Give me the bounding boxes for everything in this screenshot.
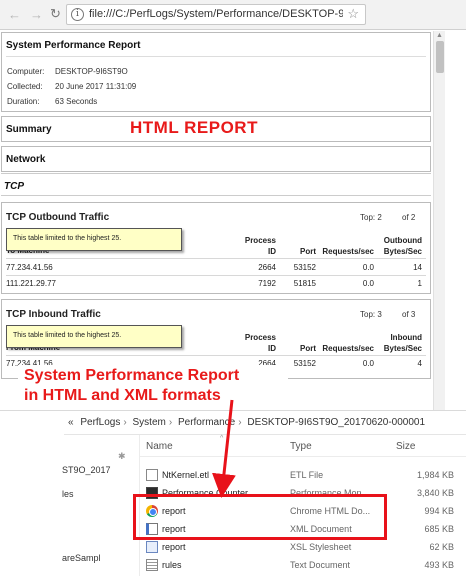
col-name[interactable]: Name: [146, 441, 173, 452]
meta-collected: Collected: 20 June 2017 11:31:09: [7, 82, 137, 91]
reload-icon[interactable]: ↻: [50, 6, 61, 22]
divider: [1, 173, 431, 174]
file-row[interactable]: rules Text Document 493 KB: [140, 556, 466, 574]
cell-requests: 0.0: [362, 279, 374, 288]
breadcrumb-item[interactable]: PerfLogs: [80, 417, 120, 428]
col-port[interactable]: Port: [284, 343, 316, 354]
network-heading[interactable]: Network: [6, 154, 45, 165]
cell-requests: 0.0: [362, 359, 374, 368]
file-icon: [146, 469, 158, 481]
chevron-right-icon: ›: [168, 417, 173, 428]
navigation-pane: ✱ ST9O_2017 les areSampl: [0, 435, 140, 576]
divider: [6, 258, 426, 259]
html-report-annotation: HTML REPORT: [130, 118, 258, 137]
meta-computer: Computer: DESKTOP-9I6ST9O: [7, 67, 128, 76]
col-port[interactable]: Port: [284, 246, 316, 257]
caption-box: System Performance Report in HTML and XM…: [18, 365, 288, 411]
limit-tooltip: This table limited to the highest 25.: [6, 228, 182, 251]
limit-tooltip: This table limited to the highest 25.: [6, 325, 182, 348]
meta-duration: Duration: 63 Seconds: [7, 97, 98, 106]
bookmark-star-icon[interactable]: ☆: [347, 6, 359, 22]
address-bar[interactable]: i file:///C:/PerfLogs/System/Performance…: [66, 4, 366, 25]
network-section[interactable]: Network: [1, 146, 431, 172]
breadcrumb[interactable]: « PerfLogs › System › Performance › DESKTOP…: [64, 411, 466, 435]
cell-requests: 0.0: [362, 263, 374, 272]
scroll-up-icon[interactable]: ▲: [436, 32, 443, 39]
col-size[interactable]: Size: [396, 441, 415, 452]
col-inbound-bytes[interactable]: Inbound Bytes/Sec: [378, 332, 422, 354]
breadcrumb-overflow[interactable]: «: [68, 417, 74, 428]
back-arrow-icon[interactable]: ←: [8, 7, 21, 22]
col-process-id[interactable]: Process ID: [232, 235, 276, 257]
file-row[interactable]: report XSL Stylesheet 62 KB: [140, 538, 466, 556]
col-requests[interactable]: Requests/sec: [318, 246, 374, 257]
divider: [6, 56, 426, 57]
cell-bytes: 14: [413, 263, 422, 272]
sort-caret-icon: ^: [220, 435, 224, 442]
total-count: of 3: [402, 310, 416, 319]
divider: [6, 355, 426, 356]
tcp-outbound-table: TCP Outbound Traffic Top: 2 of 2 To Mach…: [1, 202, 431, 294]
info-icon[interactable]: i: [71, 8, 84, 21]
nav-item[interactable]: ST9O_2017: [62, 465, 111, 475]
cell-port: 53152: [293, 263, 316, 272]
divider: [6, 275, 426, 276]
cell-bytes: 4: [417, 359, 422, 368]
cell-pid: 2664: [258, 263, 276, 272]
top-count: Top: 2: [360, 213, 382, 222]
table-title: TCP Outbound Traffic: [6, 212, 110, 223]
table-row: 77.234.41.56: [6, 263, 53, 272]
summary-heading[interactable]: Summary: [6, 124, 52, 135]
breadcrumb-item[interactable]: System: [133, 417, 166, 428]
browser-toolbar: ← → ↻ i file:///C:/PerfLogs/System/Perfo…: [0, 0, 466, 30]
forward-arrow-icon[interactable]: →: [30, 7, 43, 22]
pin-icon[interactable]: ✱: [118, 451, 126, 462]
col-type[interactable]: Type: [290, 441, 312, 452]
breadcrumb-item[interactable]: DESKTOP-9I6ST9O_20170620-000001: [247, 417, 425, 428]
xsl-icon: [146, 541, 158, 553]
col-requests[interactable]: Requests/sec: [318, 343, 374, 354]
scrollbar-thumb[interactable]: [436, 41, 444, 73]
caption-line-1: System Performance Report: [24, 367, 240, 384]
tcp-heading[interactable]: TCP: [4, 181, 24, 192]
report-header-box: System Performance Report Computer: DESKT…: [1, 32, 431, 112]
cell-pid: 7192: [258, 279, 276, 288]
report-files-highlight: [133, 494, 387, 540]
table-title: TCP Inbound Traffic: [6, 309, 101, 320]
col-process-id[interactable]: Process ID: [232, 332, 276, 354]
text-icon: [146, 559, 158, 571]
chevron-right-icon: ›: [123, 417, 127, 428]
nav-item[interactable]: les: [62, 489, 74, 499]
caption-line-2: in HTML and XML formats: [24, 387, 221, 404]
table-row: 111.221.29.77: [6, 279, 56, 288]
url-text[interactable]: file:///C:/PerfLogs/System/Performance/D…: [89, 8, 343, 20]
top-count: Top: 3: [360, 310, 382, 319]
total-count: of 2: [402, 213, 416, 222]
report-title: System Performance Report: [6, 40, 141, 51]
file-row[interactable]: NtKernel.etl ETL File 1,984 KB: [140, 466, 466, 484]
cell-port: 51815: [293, 279, 316, 288]
breadcrumb-item[interactable]: Performance: [178, 417, 235, 428]
nav-item[interactable]: areSampl: [62, 553, 101, 563]
column-headers: Name ^ Type Size: [140, 435, 466, 457]
cell-bytes: 1: [417, 279, 422, 288]
col-outbound-bytes[interactable]: Outbound Bytes/Sec: [378, 235, 422, 257]
cell-port: 53152: [293, 359, 316, 368]
chevron-right-icon: ›: [238, 417, 242, 428]
divider: [1, 195, 431, 196]
